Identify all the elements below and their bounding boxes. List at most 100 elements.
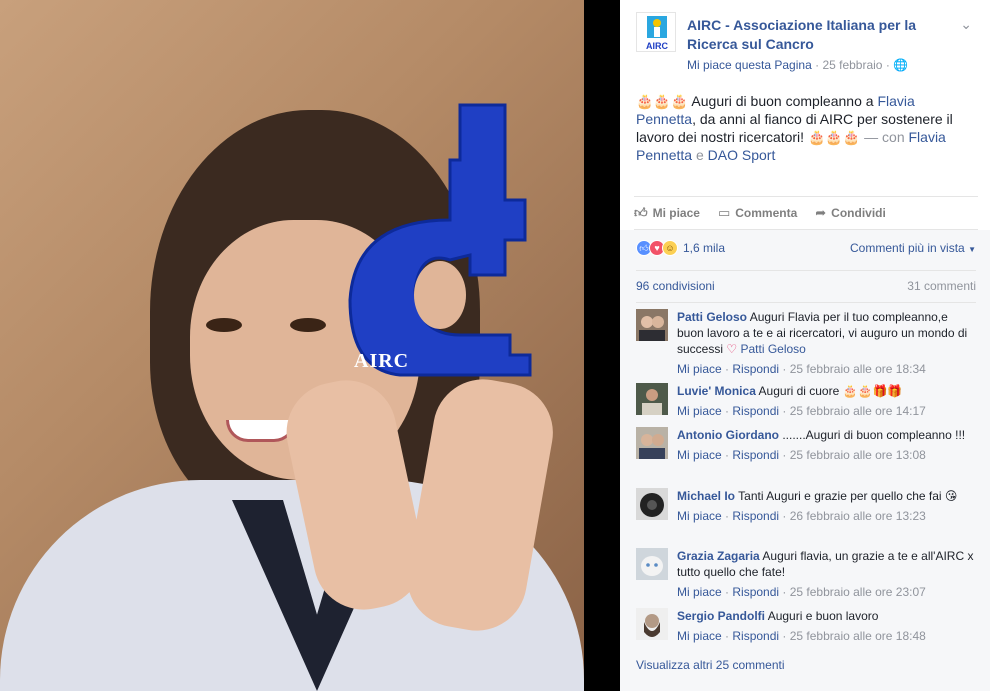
comment-author[interactable]: Patti Geloso bbox=[677, 310, 747, 324]
sep: · bbox=[779, 404, 790, 418]
comment-time[interactable]: 26 febbraio alle ore 13:23 bbox=[790, 509, 926, 523]
comment-author[interactable]: Sergio Pandolfi bbox=[677, 609, 765, 623]
comment-item: Luvie' Monica Auguri di cuore 🎂🎂🎁🎁 Mi pi… bbox=[636, 377, 976, 421]
sep: · bbox=[721, 362, 733, 376]
post-options-chevron-icon[interactable]: ⌄ bbox=[960, 16, 972, 33]
sep: · bbox=[779, 629, 790, 643]
thumbs-up-icon: 👍︎ bbox=[634, 205, 648, 220]
like-label: Mi piace bbox=[652, 206, 700, 220]
comment-text: Tanti Auguri e grazie per quello che fai… bbox=[738, 489, 958, 503]
comment-filter-label: Commenti più in vista bbox=[850, 241, 965, 255]
post-text-part: 🎂🎂🎂 Auguri di buon compleanno a bbox=[636, 93, 878, 109]
comment-actions: Mi piace · Rispondi · 25 febbraio alle o… bbox=[677, 584, 976, 600]
like-page-link[interactable]: Mi piace questa Pagina bbox=[687, 58, 812, 72]
comment-item: Grazia Zagaria Auguri flavia, un grazie … bbox=[636, 542, 976, 602]
comment-author[interactable]: Antonio Giordano bbox=[677, 428, 779, 442]
comment-actions: Mi piace · Rispondi · 25 febbraio alle o… bbox=[677, 628, 976, 644]
comment-item: Michael Io Tanti Auguri e grazie per que… bbox=[636, 482, 976, 542]
sep: · bbox=[721, 629, 733, 643]
comment-item: Sergio Pandolfi Auguri e buon lavoro Mi … bbox=[636, 602, 976, 646]
shares-count[interactable]: 96 condivisioni bbox=[636, 279, 715, 298]
comment-text: Auguri di cuore 🎂🎂🎁🎁 bbox=[758, 384, 903, 398]
commenter-avatar[interactable] bbox=[636, 309, 668, 341]
post-date[interactable]: 25 febbraio bbox=[822, 58, 882, 72]
share-button[interactable]: ➦ Condividi bbox=[815, 205, 886, 221]
post-sidebar: AIRC AIRC - Associazione Italiana per la… bbox=[620, 0, 990, 691]
photo-eye-left bbox=[206, 318, 242, 332]
sep: · bbox=[779, 585, 790, 599]
comment-time[interactable]: 25 febbraio alle ore 23:07 bbox=[790, 585, 926, 599]
view-more-comments-link[interactable]: Visualizza altri 25 commenti bbox=[636, 658, 785, 672]
photo-eye-right bbox=[290, 318, 326, 332]
comment-actions: Mi piace · Rispondi · 25 febbraio alle o… bbox=[677, 447, 976, 463]
comment-reply-link[interactable]: Rispondi bbox=[732, 362, 779, 376]
comment-time[interactable]: 25 febbraio alle ore 18:34 bbox=[790, 362, 926, 376]
comment-like-link[interactable]: Mi piace bbox=[677, 585, 722, 599]
comment-actions: Mi piace · Rispondi · 25 febbraio alle o… bbox=[677, 361, 976, 377]
comment-time[interactable]: 25 febbraio alle ore 18:48 bbox=[790, 629, 926, 643]
post-meta: Mi piace questa Pagina · 25 febbraio · 🌐 bbox=[687, 58, 908, 72]
comment-time[interactable]: 25 febbraio alle ore 13:08 bbox=[790, 448, 926, 462]
commenter-avatar[interactable] bbox=[636, 608, 668, 640]
caret-down-icon: ▼ bbox=[968, 245, 976, 254]
comment-button[interactable]: ▭ Commenta bbox=[718, 205, 797, 221]
heart-icon: ♡ bbox=[726, 342, 738, 356]
commenter-avatar[interactable] bbox=[636, 488, 668, 520]
sep: · bbox=[721, 404, 733, 418]
post-body: 🎂🎂🎂 Auguri di buon compleanno a Flavia P… bbox=[636, 92, 976, 164]
comment-reply-link[interactable]: Rispondi bbox=[732, 448, 779, 462]
comment-author[interactable]: Michael Io bbox=[677, 489, 735, 503]
trophy-airc-text: AIRC bbox=[354, 350, 410, 372]
like-button[interactable]: 👍︎ Mi piace bbox=[634, 205, 700, 221]
comment-tag[interactable]: Patti Geloso bbox=[740, 342, 805, 356]
sep: · bbox=[779, 448, 790, 462]
comment-list: Patti Geloso Auguri Flavia per il tuo co… bbox=[636, 302, 976, 646]
comment-item: Patti Geloso Auguri Flavia per il tuo co… bbox=[636, 303, 976, 377]
sep: · bbox=[721, 585, 733, 599]
comment-actions: Mi piace · Rispondi · 26 febbraio alle o… bbox=[677, 508, 976, 524]
comment-time[interactable]: 25 febbraio alle ore 14:17 bbox=[790, 404, 926, 418]
page-name-link[interactable]: AIRC - Associazione Italiana per la Rice… bbox=[687, 16, 957, 54]
commenter-avatar[interactable] bbox=[636, 427, 668, 459]
comments-count[interactable]: 31 commenti bbox=[907, 279, 976, 298]
post-header: AIRC AIRC - Associazione Italiana per la… bbox=[636, 12, 976, 76]
stats-row: 96 condivisioni 31 commenti bbox=[636, 270, 976, 298]
commenter-avatar[interactable] bbox=[636, 548, 668, 580]
viewer-gap bbox=[584, 0, 620, 691]
comment-like-link[interactable]: Mi piace bbox=[677, 362, 722, 376]
post-action-bar: 👍︎ Mi piace ▭ Commenta ➦ Condividi bbox=[634, 196, 978, 230]
tag-dao-sport[interactable]: DAO Sport bbox=[708, 147, 776, 163]
comment-reply-link[interactable]: Rispondi bbox=[732, 509, 779, 523]
comment-item: Antonio Giordano .......Auguri di buon c… bbox=[636, 421, 976, 482]
page-avatar[interactable]: AIRC bbox=[636, 12, 676, 52]
globe-icon: 🌐 bbox=[893, 58, 909, 72]
comment-reply-link[interactable]: Rispondi bbox=[732, 629, 779, 643]
and-label: e bbox=[692, 147, 708, 163]
reaction-summary[interactable]: 👍︎ ♥ ☺ 1,6 mila bbox=[636, 240, 725, 256]
reaction-count[interactable]: 1,6 mila bbox=[683, 241, 725, 255]
microscope-trophy bbox=[348, 103, 532, 377]
with-label: — con bbox=[864, 129, 909, 145]
comment-like-link[interactable]: Mi piace bbox=[677, 404, 722, 418]
comment-like-link[interactable]: Mi piace bbox=[677, 629, 722, 643]
sep: · bbox=[779, 362, 790, 376]
share-label: Condividi bbox=[831, 206, 886, 220]
comment-actions: Mi piace · Rispondi · 25 febbraio alle o… bbox=[677, 403, 976, 419]
sep: · bbox=[721, 509, 733, 523]
reactions-row: 👍︎ ♥ ☺ 1,6 mila Commenti più in vista ▼ bbox=[636, 238, 976, 258]
comment-author[interactable]: Grazia Zagaria bbox=[677, 549, 760, 563]
photo-viewer: AIRC AIRC AIRC - Associazione Italiana p… bbox=[0, 0, 990, 691]
comment-reply-link[interactable]: Rispondi bbox=[732, 404, 779, 418]
comment-reply-link[interactable]: Rispondi bbox=[732, 585, 779, 599]
comment-icon: ▭ bbox=[717, 205, 731, 220]
share-arrow-icon: ➦ bbox=[815, 205, 827, 220]
comment-author[interactable]: Luvie' Monica bbox=[677, 384, 756, 398]
comment-filter-dropdown[interactable]: Commenti più in vista ▼ bbox=[850, 241, 976, 255]
sep: · bbox=[779, 509, 790, 523]
comment-like-link[interactable]: Mi piace bbox=[677, 509, 722, 523]
commenter-avatar[interactable] bbox=[636, 383, 668, 415]
comment-like-link[interactable]: Mi piace bbox=[677, 448, 722, 462]
comment-text: .......Auguri di buon compleanno !!! bbox=[782, 428, 966, 442]
avatar-label: AIRC bbox=[646, 41, 668, 51]
post-photo[interactable]: AIRC bbox=[0, 0, 584, 691]
